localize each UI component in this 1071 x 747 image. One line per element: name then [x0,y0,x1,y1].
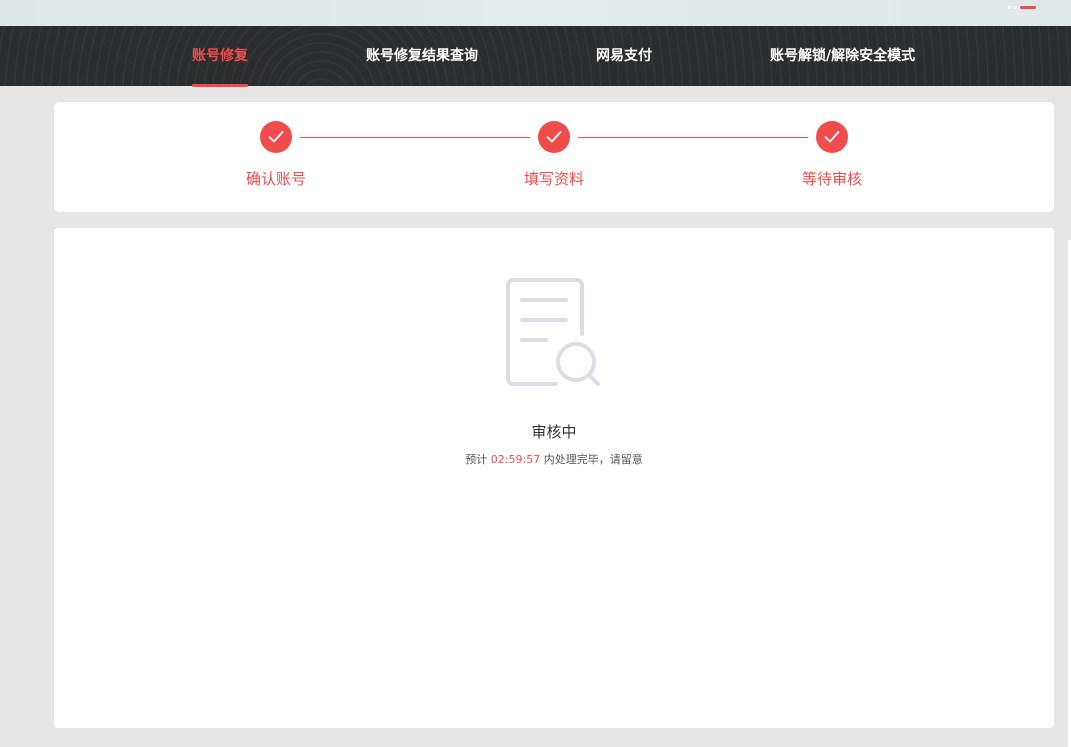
review-status-panel: 审核中 预计 02:59:57 内处理完毕，请留意 [54,228,1054,728]
step-2-label: 填写资料 [523,170,584,188]
step-3-indicator [816,121,848,153]
carousel-dot-active[interactable] [1020,6,1036,9]
desc-prefix: 预计 [465,453,488,466]
tab-label: 账号解锁/解除安全模式 [770,48,916,64]
tab-repair-result-query[interactable]: 账号修复结果查询 [366,26,478,86]
status-title: 审核中 [531,423,577,441]
carousel-indicators [1008,6,1036,9]
tab-netease-pay[interactable]: 网易支付 [596,26,652,86]
step-3-label: 等待审核 [801,170,862,188]
tab-account-repair[interactable]: 账号修复 [192,26,248,87]
check-icon [268,131,284,143]
countdown-timer: 02:59:57 [490,453,541,466]
check-icon [546,131,562,143]
tab-label: 账号修复结果查询 [366,48,478,64]
desc-suffix: 内处理完毕，请留意 [543,453,643,466]
tab-label: 账号修复 [192,48,248,64]
step-connector [578,137,808,138]
tab-account-unlock[interactable]: 账号解锁/解除安全模式 [770,26,915,86]
main-nav: 账号修复 账号修复结果查询 网易支付 账号解锁/解除安全模式 [0,26,1071,87]
active-tab-underline [192,84,248,87]
document-search-icon [506,278,600,386]
progress-steps: 确认账号 填写资料 等待审核 [54,102,1054,212]
check-icon [824,131,840,143]
step-2-indicator [538,121,570,153]
step-1-indicator [260,121,292,153]
top-banner [0,0,1071,26]
step-1-label: 确认账号 [245,170,306,188]
tab-label: 网易支付 [596,48,652,64]
step-connector [300,137,530,138]
status-description: 预计 02:59:57 内处理完毕，请留意 [54,451,1054,467]
carousel-dot[interactable] [1008,6,1011,9]
carousel-dot[interactable] [1014,6,1017,9]
